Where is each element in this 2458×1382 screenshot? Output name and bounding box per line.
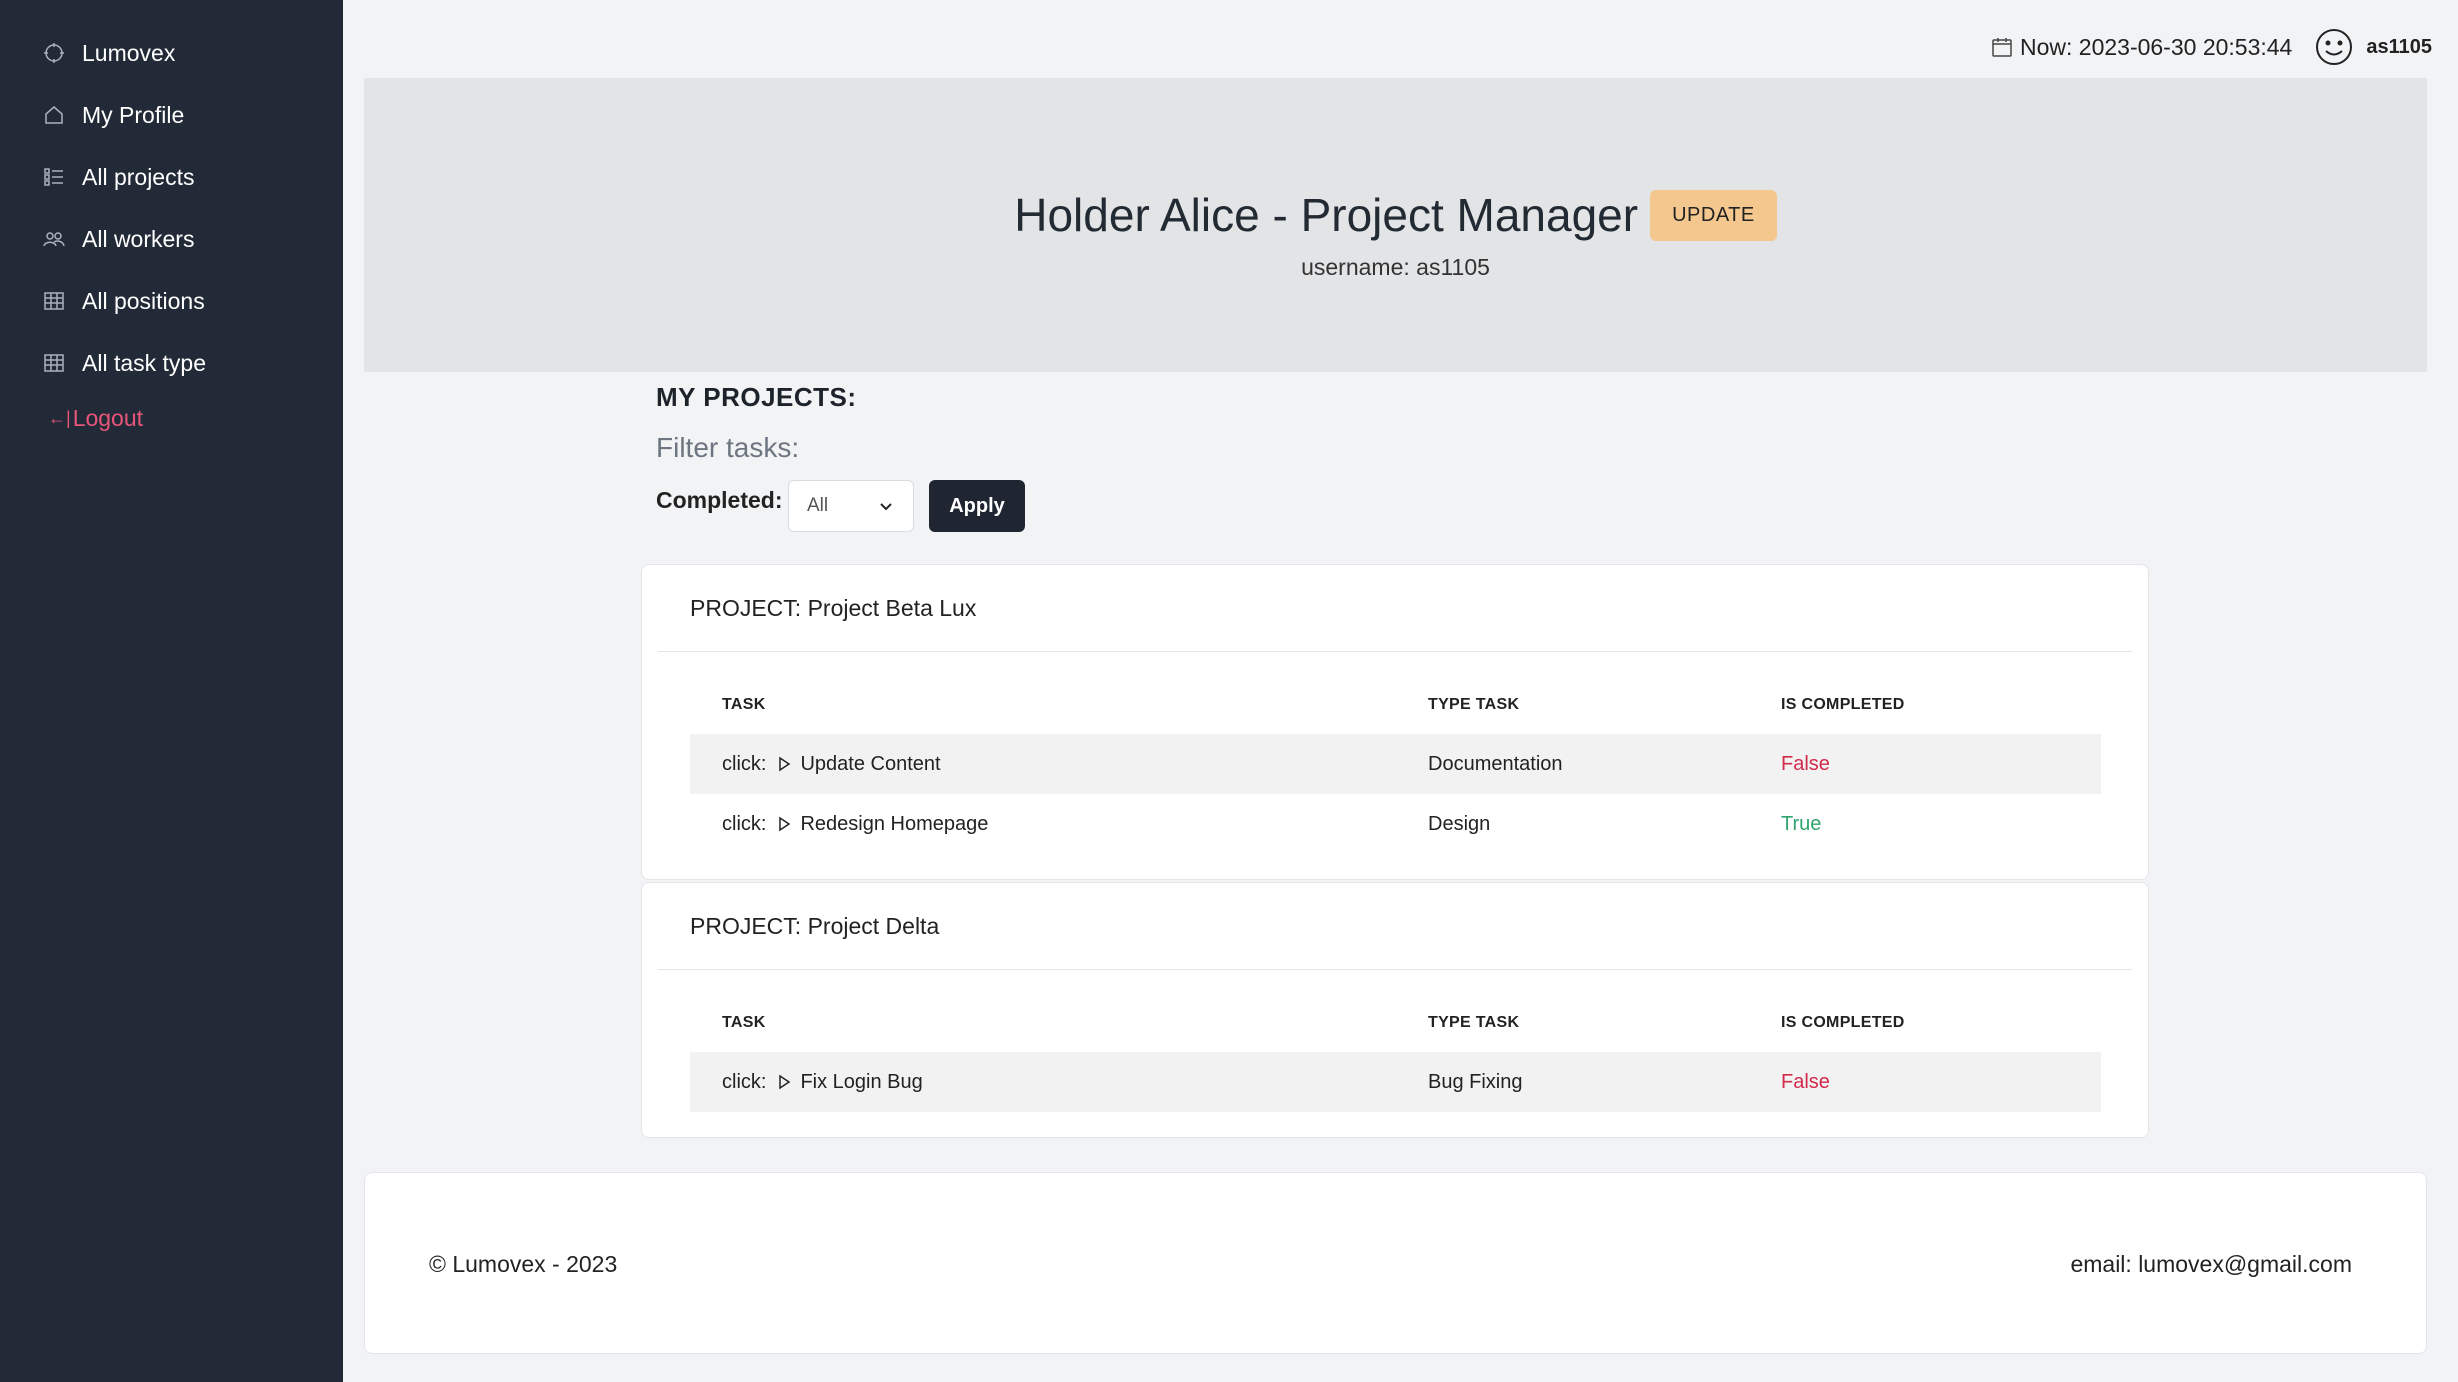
play-triangle-icon (776, 1074, 792, 1090)
topbar: Now: 2023-06-30 20:53:44 as1105 (1990, 26, 2432, 68)
click-prefix: click: (722, 1070, 767, 1093)
column-header-type-task: TYPE TASK (1428, 1014, 1520, 1031)
sidebar-item-label: My Profile (82, 101, 185, 128)
sidebar-item-label: All workers (82, 225, 195, 252)
project-title: PROJECT: Project Delta (690, 913, 940, 939)
play-triangle-icon (776, 756, 792, 772)
apply-button[interactable]: Apply (929, 480, 1025, 532)
project-card: PROJECT: Project Beta Lux TASK TYPE TASK… (641, 564, 2149, 880)
click-prefix: click: (722, 752, 767, 775)
task-name: Update Content (800, 752, 941, 775)
completed-filter-select[interactable]: All (788, 480, 914, 532)
column-header-is-completed: IS COMPLETED (1781, 1014, 1905, 1031)
task-cell[interactable]: click: Update Content (722, 734, 941, 794)
completed-filter-label: Completed: (656, 487, 783, 513)
profile-header: Holder Alice - Project Manager UPDATE us… (364, 78, 2427, 372)
sidebar: Lumovex My Profile All projects All work… (0, 0, 343, 1382)
table-icon (40, 287, 68, 315)
table-row: click: Fix Login Bug Bug Fixing False (690, 1052, 2101, 1112)
task-type: Bug Fixing (1428, 1070, 1523, 1093)
filter-tasks-heading: Filter tasks: (656, 432, 800, 463)
task-type: Documentation (1428, 752, 1563, 775)
chevron-down-icon (877, 497, 895, 515)
table-row: click: Redesign Homepage Design True (690, 794, 2101, 854)
column-header-type-task: TYPE TASK (1428, 696, 1520, 713)
task-name: Fix Login Bug (800, 1070, 923, 1093)
footer-copyright: © Lumovex - 2023 (429, 1251, 618, 1277)
task-completed-status: False (1781, 752, 1830, 775)
sidebar-item-all-task-type[interactable]: All task type (40, 343, 206, 383)
current-datetime: Now: 2023-06-30 20:53:44 (2019, 33, 2293, 60)
footer-email[interactable]: email: lumovex@gmail.com (2070, 1251, 2352, 1278)
list-icon (40, 163, 68, 191)
sidebar-item-all-positions[interactable]: All positions (40, 281, 205, 321)
sidebar-item-label: All projects (82, 163, 195, 190)
logout-label: Logout (72, 404, 144, 431)
task-cell[interactable]: click: Fix Login Bug (722, 1052, 923, 1112)
divider (658, 651, 2132, 652)
username-subtitle: username: as1105 (1301, 254, 1490, 280)
sidebar-item-all-projects[interactable]: All projects (40, 157, 194, 197)
task-completed-status: False (1781, 1070, 1830, 1093)
project-card: PROJECT: Project Delta TASK TYPE TASK IS… (641, 882, 2149, 1138)
task-cell[interactable]: click: Redesign Homepage (722, 794, 988, 854)
task-name: Redesign Homepage (800, 812, 989, 835)
sidebar-item-label: All task type (82, 349, 206, 376)
column-header-task: TASK (722, 696, 766, 713)
users-icon (40, 225, 68, 253)
sidebar-item-label: All positions (82, 287, 205, 314)
my-projects-heading: MY PROJECTS: (656, 382, 857, 412)
play-triangle-icon (776, 816, 792, 832)
click-prefix: click: (722, 812, 767, 835)
project-title: PROJECT: Project Beta Lux (690, 595, 977, 621)
divider (658, 969, 2132, 970)
crosshair-icon (40, 39, 68, 67)
column-header-is-completed: IS COMPLETED (1781, 696, 1905, 713)
table-icon (40, 349, 68, 377)
logout-arrow-icon: ←| (48, 407, 71, 428)
completed-filter-value: All (807, 495, 829, 516)
topbar-username[interactable]: as1105 (2366, 36, 2432, 59)
sidebar-item-my-profile[interactable]: My Profile (40, 95, 184, 135)
column-header-task: TASK (722, 1014, 766, 1031)
page-title: Holder Alice - Project Manager (1014, 189, 1639, 241)
task-type: Design (1428, 812, 1491, 835)
home-icon (40, 101, 68, 129)
sidebar-item-all-workers[interactable]: All workers (40, 219, 194, 259)
brand-label: Lumovex (82, 39, 176, 66)
footer: © Lumovex - 2023 email: lumovex@gmail.co… (364, 1172, 2427, 1354)
table-row: click: Update Content Documentation Fals… (690, 734, 2101, 794)
sidebar-brand[interactable]: Lumovex (40, 33, 175, 73)
update-button[interactable]: UPDATE (1650, 189, 1777, 241)
task-completed-status: True (1781, 812, 1822, 835)
calendar-icon (1990, 35, 2014, 59)
logout-link[interactable]: ←| Logout (48, 400, 143, 436)
smiley-avatar-icon[interactable] (2314, 27, 2354, 67)
